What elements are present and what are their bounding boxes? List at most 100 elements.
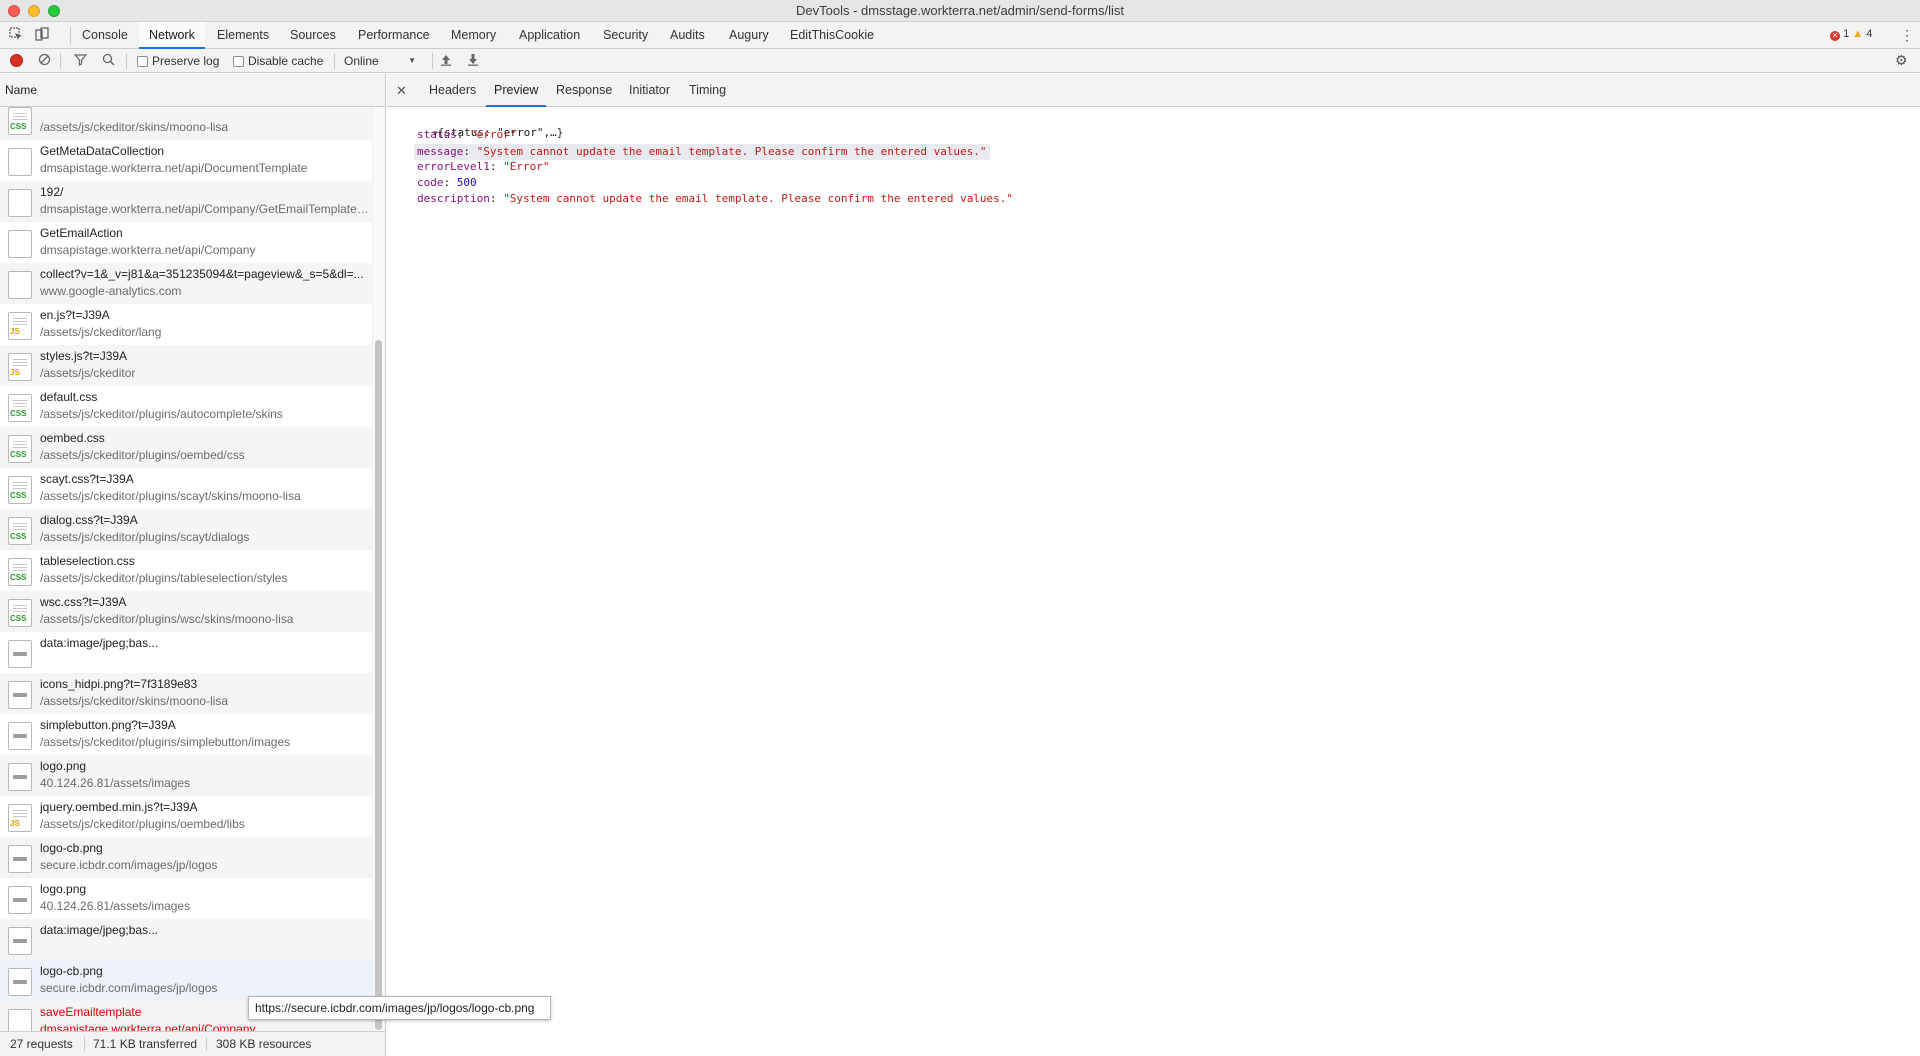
request-name: logo.png: [40, 759, 87, 773]
chevron-down-icon: ▼: [408, 56, 416, 65]
css-file-icon: CSS: [8, 394, 32, 422]
disable-cache-label: Disable cache: [248, 54, 324, 68]
more-options-icon[interactable]: ⋮: [1900, 27, 1914, 44]
request-row[interactable]: simplebutton.png?t=J39A/assets/js/ckedit…: [0, 714, 372, 755]
image-icon: [8, 681, 32, 709]
tab-timing[interactable]: Timing: [681, 74, 734, 107]
request-row[interactable]: collect?v=1&_v=j81&a=351235094&t=pagevie…: [0, 263, 372, 304]
request-row[interactable]: 192/dmsapistage.workterra.net/api/Compan…: [0, 181, 372, 222]
request-name: wsc.css?t=J39A: [40, 595, 127, 609]
scrollbar-thumb[interactable]: [375, 340, 382, 1030]
json-value: "Error": [503, 160, 550, 173]
request-row[interactable]: logo-cb.png secure.icbdr.com/images/jp/lo…: [0, 837, 372, 878]
tab-elements[interactable]: Elements: [207, 22, 279, 49]
json-key: errorLevel1: [417, 160, 490, 173]
throttling-value: Online: [344, 54, 379, 68]
request-name: icons_hidpi.png?t=7f3189e83: [40, 677, 198, 691]
json-field-row[interactable]: errorLevel1: "Error": [417, 160, 549, 176]
request-row[interactable]: CSS scayt.css?t=J39A/assets/js/ckeditor/p…: [0, 468, 372, 509]
request-row[interactable]: GetEmailAction dmsapistage.workterra.net/…: [0, 222, 372, 263]
tab-network[interactable]: Network: [139, 22, 205, 49]
device-toolbar-icon[interactable]: [34, 27, 50, 43]
request-row[interactable]: CSS oembed.css/assets/js/ckeditor/plugins…: [0, 427, 372, 468]
request-row[interactable]: logo-cb.png secure.icbdr.com/images/jp/lo…: [0, 960, 372, 1001]
request-name: simplebutton.png?t=J39A: [40, 718, 176, 732]
zoom-window-button[interactable]: [48, 5, 60, 17]
clear-icon[interactable]: [36, 53, 52, 69]
resources-size: 308 KB resources: [216, 1037, 312, 1051]
toolbar-divider: [334, 53, 335, 69]
request-name: GetEmailAction: [40, 226, 123, 240]
request-row[interactable]: icons_hidpi.png?t=7f3189e83/assets/js/ck…: [0, 673, 372, 714]
preserve-log-checkbox[interactable]: Preserve log: [137, 54, 219, 68]
tab-performance[interactable]: Performance: [348, 22, 440, 49]
request-name: dialog.css?t=J39A: [40, 513, 138, 527]
tab-augury[interactable]: Augury: [719, 22, 779, 49]
close-icon[interactable]: ✕: [396, 74, 407, 107]
json-field-row[interactable]: status: "error": [417, 128, 516, 144]
search-icon[interactable]: [100, 53, 116, 69]
request-row[interactable]: GetMetaDataCollection dmsapistage.workter…: [0, 140, 372, 181]
image-icon: [8, 763, 32, 791]
minimize-window-button[interactable]: [28, 5, 40, 17]
toolbar-divider: [70, 27, 71, 44]
request-row[interactable]: JS en.js?t=J39A/assets/js/ckeditor/lang: [0, 304, 372, 345]
request-row[interactable]: CSS dialog.css?t=J39A/assets/js/ckeditor/…: [0, 509, 372, 550]
json-key: message: [417, 145, 464, 158]
export-har-icon[interactable]: [465, 53, 481, 69]
tab-response[interactable]: Response: [548, 74, 620, 107]
request-row[interactable]: JS styles.js?t=J39A/assets/js/ckeditor: [0, 345, 372, 386]
name-column-header[interactable]: Name: [0, 74, 385, 107]
request-row[interactable]: CSS wsc.css?t=J39A/assets/js/ckeditor/plu…: [0, 591, 372, 632]
js-file-icon: JS: [8, 804, 32, 832]
json-field-row[interactable]: message: "System cannot update the email…: [414, 144, 990, 160]
gear-icon[interactable]: ⚙: [1895, 52, 1908, 69]
record-button[interactable]: [10, 54, 23, 67]
request-path: /assets/js/ckeditor/plugins/wsc/skins/mo…: [40, 612, 294, 626]
request-row[interactable]: data:image/jpeg;bas...: [0, 632, 372, 673]
json-key: description: [417, 192, 490, 205]
request-row[interactable]: logo.png 40.124.26.81/assets/images: [0, 755, 372, 796]
tab-memory[interactable]: Memory: [441, 22, 506, 49]
warning-count: 4: [1866, 28, 1873, 40]
tab-security[interactable]: Security: [593, 22, 658, 49]
css-file-icon: CSS: [8, 558, 32, 586]
json-root-row[interactable]: ▼{status: "error",…}: [393, 112, 564, 139]
js-file-icon: JS: [8, 353, 32, 381]
image-icon: [8, 927, 32, 955]
request-name: default.css: [40, 390, 98, 404]
request-path: /assets/js/ckeditor/plugins/oembed/css: [40, 448, 245, 462]
tab-application[interactable]: Application: [509, 22, 590, 49]
tab-audits[interactable]: Audits: [660, 22, 715, 49]
request-row[interactable]: logo.png 40.124.26.81/assets/images: [0, 878, 372, 919]
tab-preview[interactable]: Preview: [486, 74, 547, 107]
checkbox-box[interactable]: [233, 55, 244, 67]
throttling-select[interactable]: Online ▼: [344, 53, 420, 69]
import-har-icon[interactable]: [438, 53, 454, 69]
status-divider: [206, 1037, 207, 1051]
tab-sources[interactable]: Sources: [280, 22, 346, 49]
document-icon: [8, 1009, 32, 1031]
request-path: /assets/js/ckeditor/lang: [40, 325, 162, 339]
request-row[interactable]: CSS tableselection.css/assets/js/ckeditor…: [0, 550, 372, 591]
checkbox-box[interactable]: [137, 55, 148, 67]
request-row[interactable]: data:image/jpeg;bas...: [0, 919, 372, 960]
filter-icon[interactable]: [72, 53, 88, 69]
json-field-row[interactable]: description: "System cannot update the e…: [417, 192, 1013, 208]
issues-counter[interactable]: ✕ 1 ▲ 4: [1830, 28, 1872, 41]
transferred-size: 71.1 KB transferred: [93, 1037, 198, 1051]
tab-editthiscookie[interactable]: EditThisCookie: [780, 22, 884, 49]
json-field-row[interactable]: code: 500: [417, 176, 477, 192]
request-row[interactable]: CSS/assets/js/ckeditor/skins/moono-lisa: [0, 107, 372, 140]
request-row[interactable]: JS jquery.oembed.min.js?t=J39A/assets/js/…: [0, 796, 372, 837]
tab-initiator[interactable]: Initiator: [621, 74, 678, 107]
warning-icon: ▲: [1852, 28, 1864, 40]
disable-cache-checkbox[interactable]: Disable cache: [233, 54, 323, 68]
tab-headers[interactable]: Headers: [421, 74, 484, 107]
request-row[interactable]: CSS default.css/assets/js/ckeditor/plugin…: [0, 386, 372, 427]
close-window-button[interactable]: [8, 5, 20, 17]
tab-console[interactable]: Console: [72, 22, 138, 49]
window-title: DevTools - dmsstage.workterra.net/admin/…: [795, 3, 1124, 18]
inspect-element-icon[interactable]: [8, 27, 24, 43]
request-path: dmsapistage.workterra.net/api/Company: [40, 243, 256, 257]
